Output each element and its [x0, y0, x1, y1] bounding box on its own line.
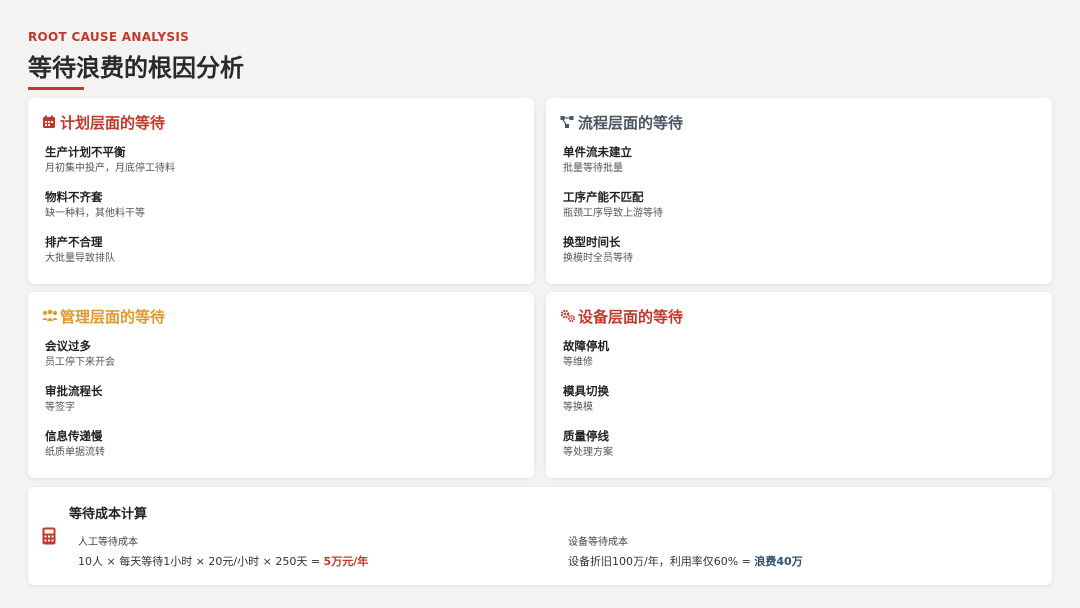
card-cost: 等待成本计算 人工等待成本 10人 × 每天等待1小时 × 20元/小时 × 2… — [28, 487, 1052, 585]
list-item: 审批流程长 等签字 — [45, 384, 115, 429]
item-desc: 等维修 — [563, 357, 593, 368]
card-equipment-header: 设备层面的等待 — [560, 306, 683, 327]
list-item: 模具切换 等换模 — [563, 384, 613, 429]
equipment-cost-result: 浪费40万 — [754, 555, 803, 568]
item-desc: 批量等待批量 — [563, 163, 623, 174]
page-title: 等待浪费的根因分析 — [28, 54, 244, 82]
labor-formula-text: 10人 × 每天等待1小时 × 20元/小时 × 250天 = — [78, 555, 324, 568]
item-desc: 等签字 — [45, 402, 75, 413]
item-desc: 纸质单据流转 — [45, 447, 105, 458]
flow-icon — [560, 115, 576, 131]
item-desc: 大批量导致排队 — [45, 253, 115, 264]
list-item: 会议过多 员工停下来开会 — [45, 339, 115, 384]
card-process-title: 流程层面的等待 — [578, 114, 684, 132]
calculator-icon — [42, 527, 56, 545]
card-management-header: 管理层面的等待 — [42, 306, 165, 327]
card-management: 管理层面的等待 会议过多 员工停下来开会 审批流程长 等签字 信息传递慢 纸质单… — [28, 292, 534, 478]
item-title: 生产计划不平衡 — [45, 145, 126, 159]
equipment-cost-block: 设备等待成本 设备折旧100万/年，利用率仅60% = 浪费40万 — [568, 533, 803, 569]
item-title: 会议过多 — [45, 339, 91, 353]
item-desc: 等换模 — [563, 402, 593, 413]
card-equipment: 设备层面的等待 故障停机 等维修 模具切换 等换模 质量停线 等处理方案 — [546, 292, 1052, 478]
item-title: 单件流未建立 — [563, 145, 632, 159]
calendar-icon — [42, 115, 58, 131]
equipment-cost-formula: 设备折旧100万/年，利用率仅60% = 浪费40万 — [568, 553, 803, 569]
list-item: 生产计划不平衡 月初集中投产，月底停工待料 — [45, 145, 175, 190]
card-plan-title: 计划层面的等待 — [60, 114, 166, 132]
item-title: 工序产能不匹配 — [563, 190, 644, 204]
people-icon — [42, 309, 58, 325]
item-desc: 月初集中投产，月底停工待料 — [45, 163, 175, 174]
item-title: 换型时间长 — [563, 235, 621, 249]
list-item: 故障停机 等维修 — [563, 339, 613, 384]
title-underline — [28, 87, 84, 90]
list-item: 排产不合理 大批量导致排队 — [45, 235, 175, 280]
item-desc: 员工停下来开会 — [45, 357, 115, 368]
list-item: 工序产能不匹配 瓶颈工序导致上游等待 — [563, 190, 663, 235]
item-desc: 缺一种料，其他料干等 — [45, 208, 145, 219]
item-title: 排产不合理 — [45, 235, 103, 249]
list-item: 信息传递慢 纸质单据流转 — [45, 429, 115, 474]
list-item: 质量停线 等处理方案 — [563, 429, 613, 474]
labor-cost-label: 人工等待成本 — [78, 537, 138, 548]
card-process: 流程层面的等待 单件流未建立 批量等待批量 工序产能不匹配 瓶颈工序导致上游等待… — [546, 98, 1052, 284]
equipment-cost-label: 设备等待成本 — [568, 537, 628, 548]
item-title: 故障停机 — [563, 339, 609, 353]
card-plan-header: 计划层面的等待 — [42, 112, 165, 133]
subtitle: ROOT CAUSE ANALYSIS — [28, 30, 190, 44]
item-desc: 瓶颈工序导致上游等待 — [563, 208, 663, 219]
labor-cost-result: 5万元/年 — [323, 555, 369, 568]
item-title: 物料不齐套 — [45, 190, 103, 204]
card-process-header: 流程层面的等待 — [560, 112, 683, 133]
item-title: 信息传递慢 — [45, 429, 103, 443]
list-item: 物料不齐套 缺一种料，其他料干等 — [45, 190, 175, 235]
cost-title: 等待成本计算 — [69, 507, 148, 522]
card-plan: 计划层面的等待 生产计划不平衡 月初集中投产，月底停工待料 物料不齐套 缺一种料… — [28, 98, 534, 284]
item-title: 质量停线 — [563, 429, 609, 443]
item-desc: 换模时全员等待 — [563, 253, 633, 264]
card-management-title: 管理层面的等待 — [60, 308, 166, 326]
labor-cost-formula: 10人 × 每天等待1小时 × 20元/小时 × 250天 = 5万元/年 — [78, 553, 368, 569]
item-title: 审批流程长 — [45, 384, 103, 398]
equipment-formula-text: 设备折旧100万/年，利用率仅60% = — [568, 555, 755, 568]
labor-cost-block: 人工等待成本 10人 × 每天等待1小时 × 20元/小时 × 250天 = 5… — [78, 533, 368, 569]
gears-icon — [560, 309, 576, 325]
list-item: 单件流未建立 批量等待批量 — [563, 145, 663, 190]
list-item: 换型时间长 换模时全员等待 — [563, 235, 663, 280]
item-desc: 等处理方案 — [563, 447, 613, 458]
card-equipment-title: 设备层面的等待 — [578, 308, 684, 326]
item-title: 模具切换 — [563, 384, 609, 398]
